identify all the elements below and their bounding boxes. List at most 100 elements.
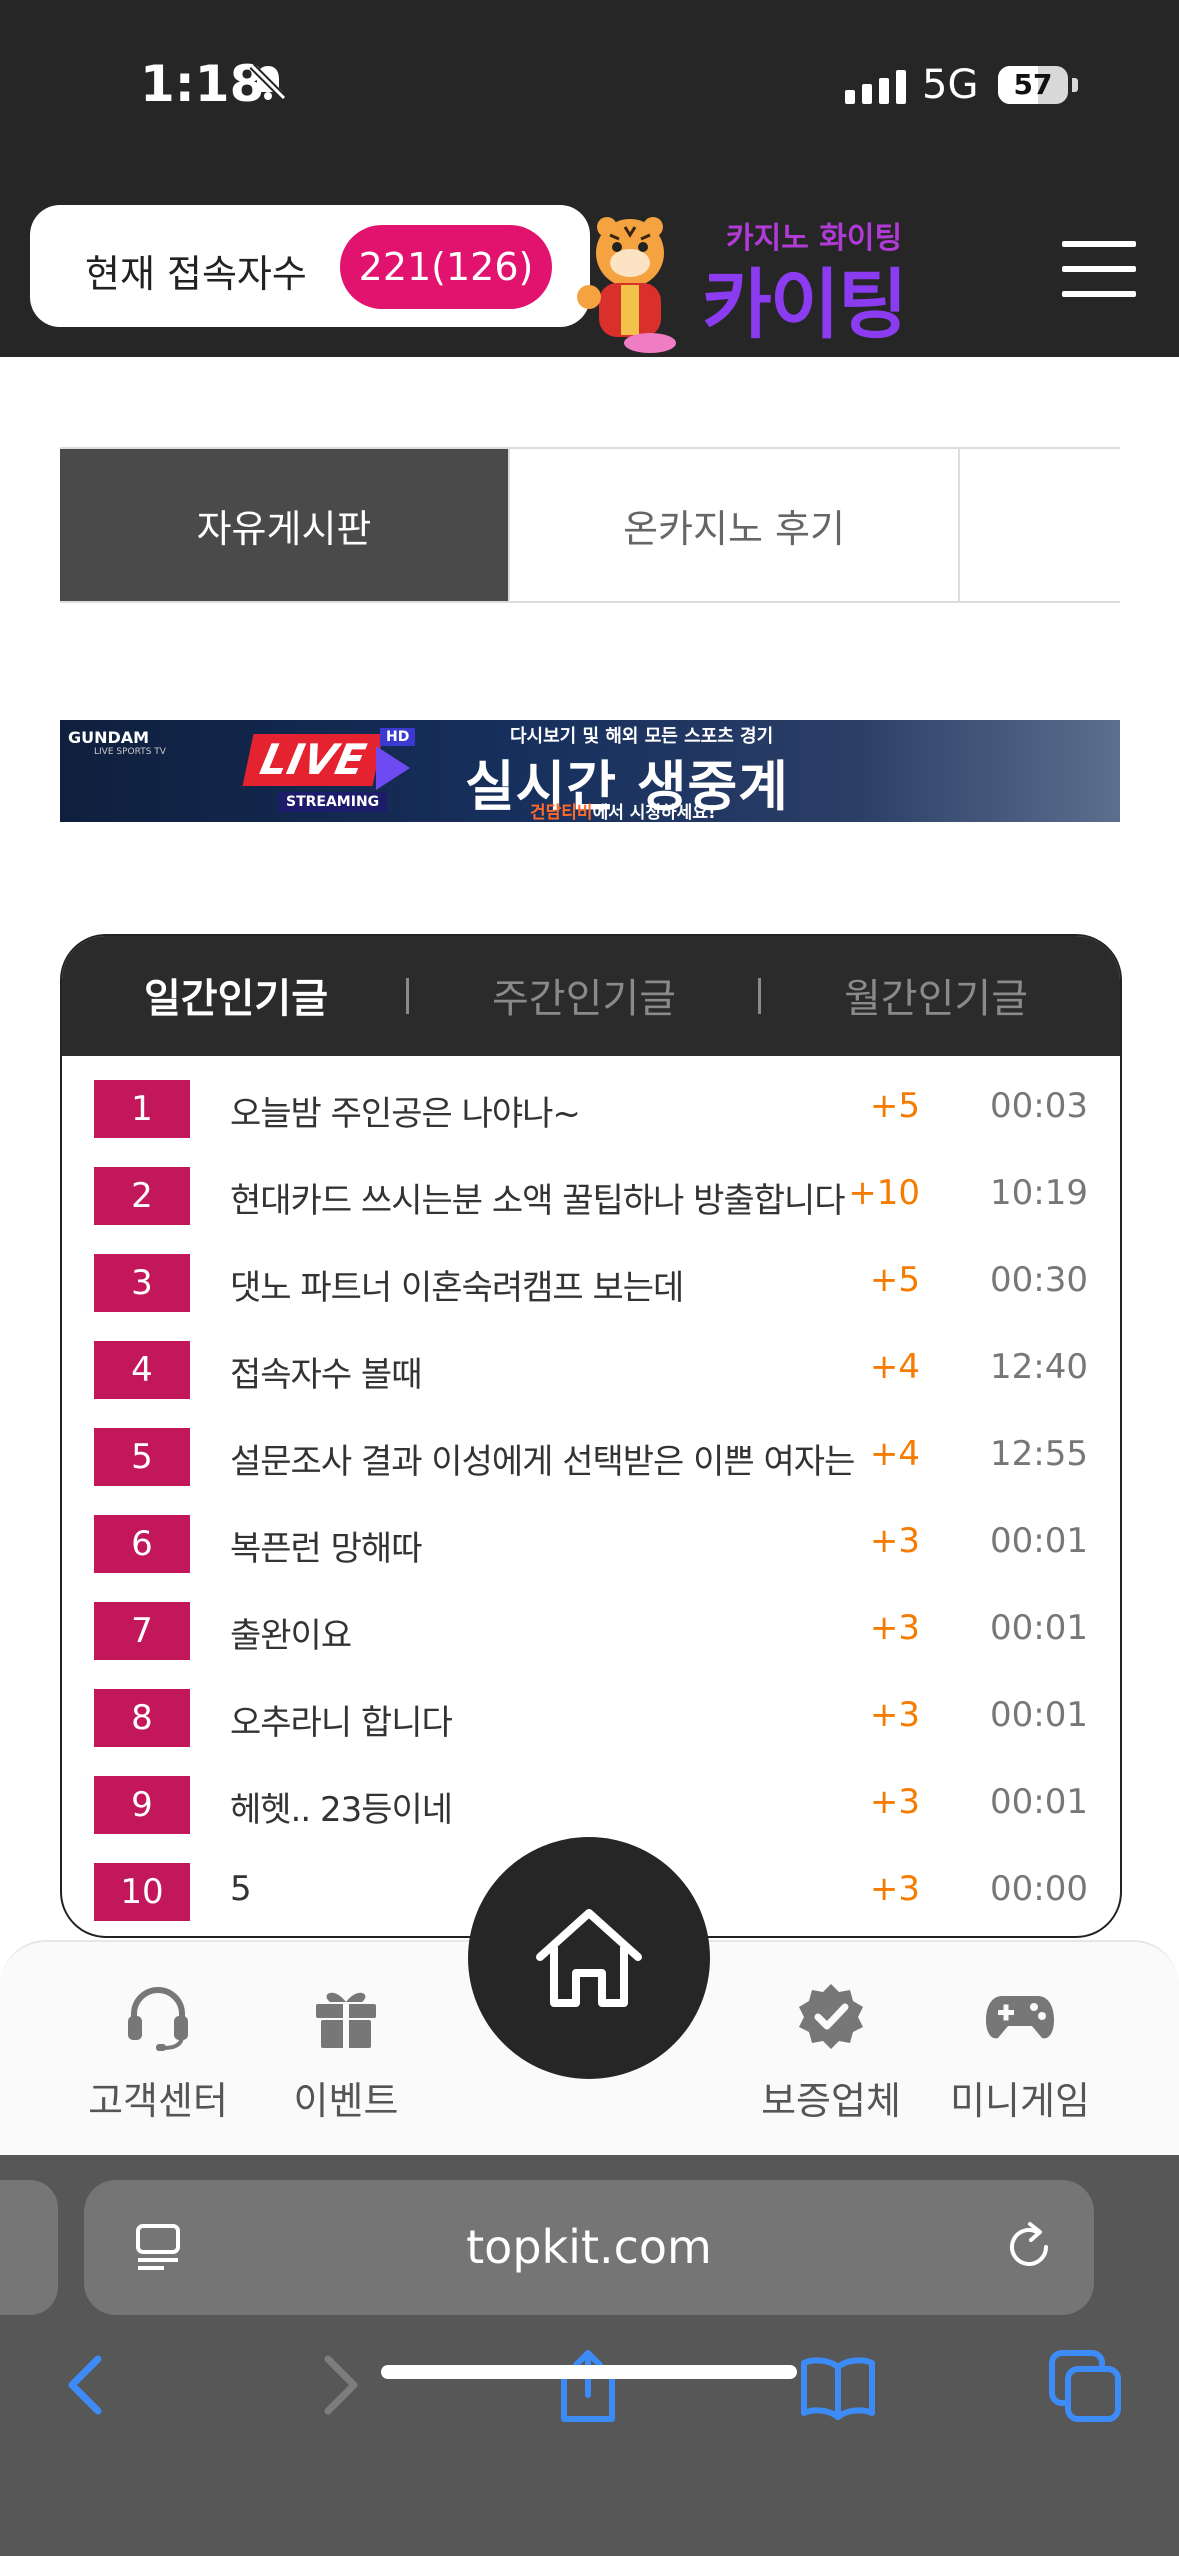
rank-badge: 7: [94, 1602, 190, 1660]
board-tabs: 자유게시판 온카지노 후기: [60, 447, 1120, 603]
vote-count: +4: [869, 1434, 920, 1474]
banner-bottom-rest: 에서 시청하세요!: [592, 803, 716, 822]
previous-tab-preview[interactable]: [0, 2180, 58, 2315]
tab-divider: [406, 978, 409, 1014]
battery-level: 57: [1013, 68, 1053, 101]
post-title[interactable]: 오늘밤 주인공은 나야나~: [230, 1086, 581, 1135]
banner-hd-label: HD: [380, 728, 416, 746]
post-row[interactable]: 7 출완이요 +3 00:01: [62, 1588, 1120, 1675]
home-indicator: [381, 2365, 797, 2379]
post-title[interactable]: 5: [230, 1869, 252, 1909]
post-time: 00:01: [990, 1608, 1088, 1648]
tiger-mascot-logo[interactable]: [555, 205, 705, 355]
status-bar: 1:18 5G 57: [0, 0, 1179, 175]
site-logo[interactable]: 카이팅: [702, 243, 908, 353]
post-title[interactable]: 댓노 파트너 이혼숙려캠프 보는데: [230, 1260, 684, 1309]
back-icon[interactable]: [46, 2345, 126, 2425]
vote-count: +5: [869, 1086, 920, 1126]
post-title[interactable]: 접속자수 볼때: [230, 1347, 422, 1396]
banner-brand: GUNDAM: [68, 728, 150, 747]
popular-posts-panel: 일간인기글 주간인기글 월간인기글 1 오늘밤 주인공은 나야나~ +5 00:…: [60, 934, 1122, 1938]
post-title[interactable]: 오추라니 합니다: [230, 1695, 453, 1744]
post-row[interactable]: 1 오늘밤 주인공은 나야나~ +5 00:03: [62, 1066, 1120, 1153]
rank-badge: 9: [94, 1776, 190, 1834]
post-title[interactable]: 설문조사 결과 이성에게 선택받은 이쁜 여자는: [230, 1434, 855, 1483]
rank-badge: 8: [94, 1689, 190, 1747]
post-time: 00:00: [990, 1869, 1088, 1909]
vote-count: +3: [869, 1869, 920, 1909]
post-row[interactable]: 3 댓노 파트너 이혼숙려캠프 보는데 +5 00:30: [62, 1240, 1120, 1327]
gamepad-icon: [986, 1996, 1054, 2039]
vote-count: +10: [848, 1173, 920, 1213]
tab-divider: [758, 978, 761, 1014]
post-row[interactable]: 6 복픈런 망해따 +3 00:01: [62, 1501, 1120, 1588]
tab-oncasino-review[interactable]: 온카지노 후기: [510, 449, 960, 601]
vote-count: +4: [869, 1347, 920, 1387]
browser-toolbar: topkit.com: [0, 2155, 1179, 2556]
network-type: 5G: [922, 62, 979, 108]
vote-count: +3: [869, 1695, 920, 1735]
headset-icon: [128, 1987, 188, 2051]
bookmarks-icon[interactable]: [798, 2345, 878, 2425]
home-button[interactable]: [468, 1837, 710, 2079]
banner-brand-sub: LIVE SPORTS TV: [94, 747, 166, 757]
post-row[interactable]: 8 오추라니 합니다 +3 00:01: [62, 1675, 1120, 1762]
tab-daily-popular[interactable]: 일간인기글: [144, 966, 328, 1024]
post-row[interactable]: 9 헤헷.. 23등이네 +3 00:01: [62, 1762, 1120, 1849]
post-time: 12:55: [990, 1434, 1088, 1474]
banner-streaming-label: STREAMING: [278, 792, 388, 812]
popular-tabs: 일간인기글 주간인기글 월간인기글: [62, 936, 1120, 1056]
tab-weekly-popular[interactable]: 주간인기글: [492, 966, 676, 1024]
battery-tip: [1072, 78, 1078, 92]
menu-icon[interactable]: [1062, 241, 1136, 297]
post-row[interactable]: 2 현대카드 쓰시는분 소액 꿀팁하나 방출합니다 +10 10:19: [62, 1153, 1120, 1240]
connection-count-badge: 221(126): [340, 225, 552, 309]
post-title[interactable]: 현대카드 쓰시는분 소액 꿀팁하나 방출합니다: [230, 1173, 846, 1222]
rank-badge: 5: [94, 1428, 190, 1486]
gift-icon: [316, 1992, 376, 2048]
connection-counter: 현재 접속자수 221(126): [30, 205, 590, 327]
post-time: 00:01: [990, 1521, 1088, 1561]
status-time: 1:18: [140, 55, 265, 113]
address-bar[interactable]: topkit.com: [84, 2180, 1094, 2315]
vote-count: +5: [869, 1260, 920, 1300]
verified-badge-icon: [799, 1984, 863, 2049]
rank-badge: 10: [94, 1863, 190, 1921]
rank-badge: 2: [94, 1167, 190, 1225]
share-icon[interactable]: [548, 2345, 628, 2425]
post-time: 00:30: [990, 1260, 1088, 1300]
rank-badge: 4: [94, 1341, 190, 1399]
rank-badge: 1: [94, 1080, 190, 1138]
forward-icon[interactable]: [300, 2345, 380, 2425]
post-title[interactable]: 출완이요: [230, 1608, 352, 1657]
nav-label: 이벤트: [293, 2079, 399, 2123]
post-row[interactable]: 4 접속자수 볼때 +4 12:40: [62, 1327, 1120, 1414]
post-time: 00:01: [990, 1782, 1088, 1822]
nav-customer-center[interactable]: 고객센터: [58, 1942, 258, 2157]
live-streaming-banner[interactable]: GUNDAM LIVE SPORTS TV LIVE HD STREAMING …: [60, 720, 1120, 822]
tabs-icon[interactable]: [1046, 2345, 1126, 2425]
nav-event[interactable]: 이벤트: [246, 1942, 446, 2157]
battery-icon: 57: [998, 66, 1068, 104]
nav-label: 고객센터: [88, 2079, 228, 2123]
post-time: 00:01: [990, 1695, 1088, 1735]
nav-verified-partners[interactable]: 보증업체: [731, 1942, 931, 2157]
connection-label: 현재 접속자수: [85, 252, 307, 296]
home-icon: [536, 1909, 642, 2007]
tab-partial[interactable]: [960, 449, 1120, 601]
tab-free-board[interactable]: 자유게시판: [60, 449, 510, 601]
vote-count: +3: [869, 1782, 920, 1822]
vote-count: +3: [869, 1521, 920, 1561]
play-icon: [376, 746, 410, 790]
url-text: topkit.com: [466, 2220, 712, 2274]
nav-minigame[interactable]: 미니게임: [920, 1942, 1120, 2157]
tab-monthly-popular[interactable]: 월간인기글: [844, 966, 1028, 1024]
rank-badge: 3: [94, 1254, 190, 1312]
post-row[interactable]: 5 설문조사 결과 이성에게 선택받은 이쁜 여자는 +4 12:55: [62, 1414, 1120, 1501]
bell-slash-icon: [249, 63, 287, 101]
post-title[interactable]: 헤헷.. 23등이네: [230, 1782, 453, 1831]
reload-icon[interactable]: [1002, 2220, 1056, 2274]
post-time: 00:03: [990, 1086, 1088, 1126]
site-header: 현재 접속자수 221(126) 카지노 화이팅 카이팅: [0, 175, 1179, 357]
post-title[interactable]: 복픈런 망해따: [230, 1521, 422, 1570]
